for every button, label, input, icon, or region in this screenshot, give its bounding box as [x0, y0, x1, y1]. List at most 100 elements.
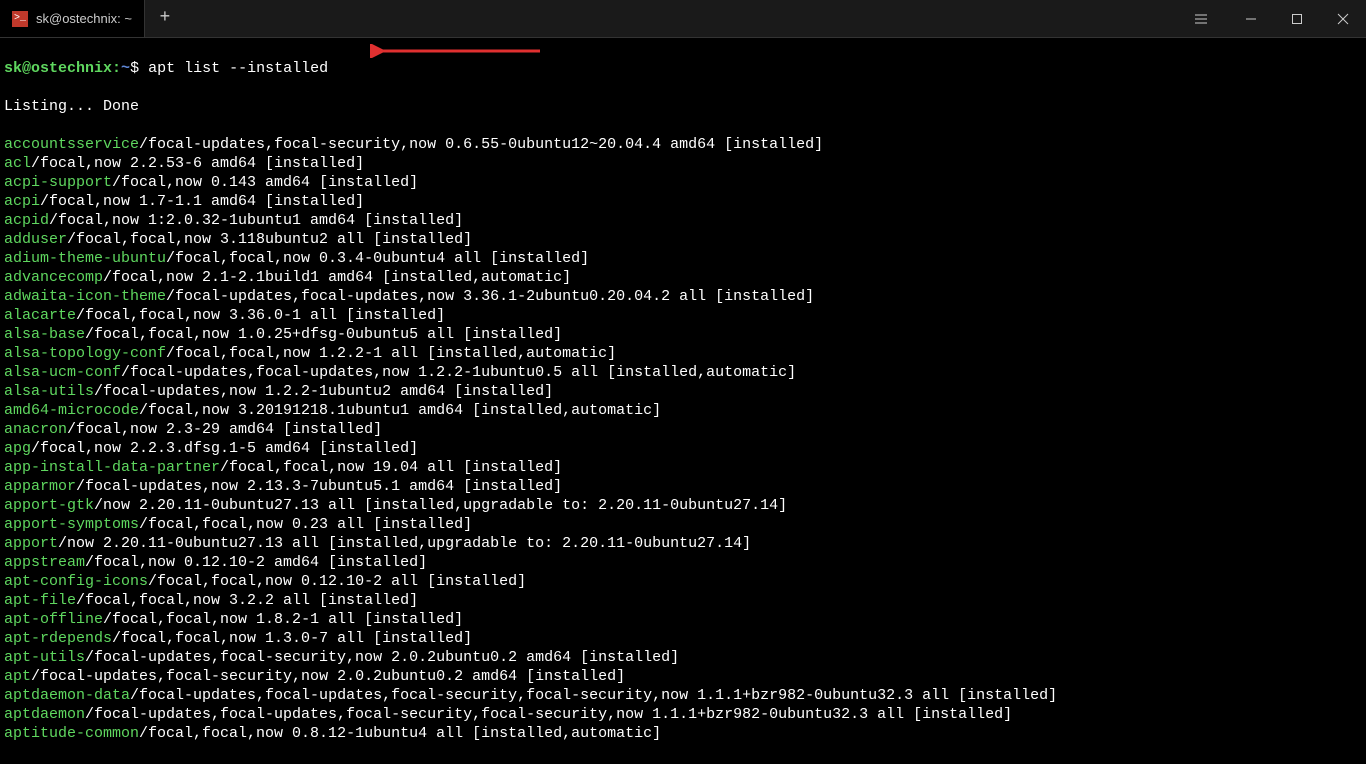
- package-line: alsa-base/focal,focal,now 1.0.25+dfsg-0u…: [4, 325, 1362, 344]
- package-line: apt-file/focal,focal,now 3.2.2 all [inst…: [4, 591, 1362, 610]
- prompt-path: ~: [121, 60, 130, 77]
- package-name: apport-gtk: [4, 497, 94, 514]
- terminal-icon: >_: [12, 11, 28, 27]
- package-details: /focal,now 2.2.53-6 amd64 [installed]: [31, 155, 364, 172]
- package-line: acpi-support/focal,now 0.143 amd64 [inst…: [4, 173, 1362, 192]
- package-details: /focal,now 3.20191218.1ubuntu1 amd64 [in…: [139, 402, 661, 419]
- package-line: apport-symptoms/focal,focal,now 0.23 all…: [4, 515, 1362, 534]
- package-details: /focal,focal,now 0.23 all [installed]: [139, 516, 472, 533]
- package-details: /focal,focal,now 1.8.2-1 all [installed]: [103, 611, 463, 628]
- package-line: apport-gtk/now 2.20.11-0ubuntu27.13 all …: [4, 496, 1362, 515]
- package-line: adwaita-icon-theme/focal-updates,focal-u…: [4, 287, 1362, 306]
- prompt-dollar: $: [130, 60, 139, 77]
- package-details: /focal,now 2.3-29 amd64 [installed]: [67, 421, 382, 438]
- package-details: /now 2.20.11-0ubuntu27.13 all [installed…: [58, 535, 751, 552]
- package-details: /focal,focal,now 1.3.0-7 all [installed]: [112, 630, 472, 647]
- package-details: /focal,focal,now 0.3.4-0ubuntu4 all [ins…: [166, 250, 589, 267]
- package-details: /focal,focal,now 19.04 all [installed]: [220, 459, 562, 476]
- package-details: /focal,now 2.1-2.1build1 amd64 [installe…: [103, 269, 571, 286]
- package-name: apt-config-icons: [4, 573, 148, 590]
- package-name: advancecomp: [4, 269, 103, 286]
- close-button[interactable]: [1320, 0, 1366, 38]
- package-name: apt-file: [4, 592, 76, 609]
- package-details: /focal-updates,now 2.13.3-7ubuntu5.1 amd…: [76, 478, 562, 495]
- package-name: alsa-ucm-conf: [4, 364, 121, 381]
- tab-title: sk@ostechnix: ~: [36, 9, 132, 28]
- package-details: /focal-updates,now 1.2.2-1ubuntu2 amd64 …: [94, 383, 553, 400]
- package-details: /now 2.20.11-0ubuntu27.13 all [installed…: [94, 497, 787, 514]
- terminal-tab[interactable]: >_ sk@ostechnix: ~: [0, 0, 145, 37]
- package-details: /focal,focal,now 3.2.2 all [installed]: [76, 592, 418, 609]
- package-line: alsa-topology-conf/focal,focal,now 1.2.2…: [4, 344, 1362, 363]
- package-line: apt-utils/focal-updates,focal-security,n…: [4, 648, 1362, 667]
- package-line: apg/focal,now 2.2.3.dfsg.1-5 amd64 [inst…: [4, 439, 1362, 458]
- package-name: anacron: [4, 421, 67, 438]
- package-line: alsa-ucm-conf/focal-updates,focal-update…: [4, 363, 1362, 382]
- package-name: alacarte: [4, 307, 76, 324]
- package-name: apt: [4, 668, 31, 685]
- package-name: aptitude-common: [4, 725, 139, 742]
- package-line: acpid/focal,now 1:2.0.32-1ubuntu1 amd64 …: [4, 211, 1362, 230]
- package-line: aptitude-common/focal,focal,now 0.8.12-1…: [4, 724, 1362, 743]
- package-name: adwaita-icon-theme: [4, 288, 166, 305]
- package-name: alsa-base: [4, 326, 85, 343]
- package-details: /focal-updates,focal-updates,focal-secur…: [85, 706, 1012, 723]
- package-name: apg: [4, 440, 31, 457]
- prompt-user-host: sk@ostechnix: [4, 60, 112, 77]
- new-tab-button[interactable]: +: [145, 0, 185, 37]
- package-name: app-install-data-partner: [4, 459, 220, 476]
- package-line: adduser/focal,focal,now 3.118ubuntu2 all…: [4, 230, 1362, 249]
- package-line: acl/focal,now 2.2.53-6 amd64 [installed]: [4, 154, 1362, 173]
- package-line: advancecomp/focal,now 2.1-2.1build1 amd6…: [4, 268, 1362, 287]
- package-details: /focal,focal,now 3.36.0-1 all [installed…: [76, 307, 445, 324]
- listing-done: Listing... Done: [4, 97, 1362, 116]
- package-line: apt-config-icons/focal,focal,now 0.12.10…: [4, 572, 1362, 591]
- menu-icon[interactable]: [1178, 0, 1224, 38]
- package-name: accountsservice: [4, 136, 139, 153]
- maximize-button[interactable]: [1274, 0, 1320, 38]
- package-name: aptdaemon-data: [4, 687, 130, 704]
- package-name: acpi: [4, 193, 40, 210]
- command-text: apt list --installed: [148, 60, 328, 77]
- terminal-output[interactable]: sk@ostechnix:~$ apt list --installed Lis…: [0, 38, 1366, 764]
- prompt-line: sk@ostechnix:~$ apt list --installed: [4, 59, 1362, 78]
- package-details: /focal,now 0.12.10-2 amd64 [installed]: [85, 554, 427, 571]
- package-line: aptdaemon/focal-updates,focal-updates,fo…: [4, 705, 1362, 724]
- package-name: alsa-utils: [4, 383, 94, 400]
- package-line: amd64-microcode/focal,now 3.20191218.1ub…: [4, 401, 1362, 420]
- package-details: /focal,now 0.143 amd64 [installed]: [112, 174, 418, 191]
- package-name: acpid: [4, 212, 49, 229]
- package-name: apt-offline: [4, 611, 103, 628]
- package-name: adduser: [4, 231, 67, 248]
- package-name: appstream: [4, 554, 85, 571]
- package-line: aptdaemon-data/focal-updates,focal-updat…: [4, 686, 1362, 705]
- package-name: apparmor: [4, 478, 76, 495]
- package-line: acpi/focal,now 1.7-1.1 amd64 [installed]: [4, 192, 1362, 211]
- package-details: /focal-updates,focal-security,now 2.0.2u…: [85, 649, 679, 666]
- minimize-button[interactable]: [1228, 0, 1274, 38]
- package-line: app-install-data-partner/focal,focal,now…: [4, 458, 1362, 477]
- package-details: /focal,focal,now 3.118ubuntu2 all [insta…: [67, 231, 472, 248]
- package-line: apt-offline/focal,focal,now 1.8.2-1 all …: [4, 610, 1362, 629]
- package-details: /focal,focal,now 1.0.25+dfsg-0ubuntu5 al…: [85, 326, 562, 343]
- package-line: appstream/focal,now 0.12.10-2 amd64 [ins…: [4, 553, 1362, 572]
- package-details: /focal,now 1.7-1.1 amd64 [installed]: [40, 193, 364, 210]
- package-details: /focal,now 1:2.0.32-1ubuntu1 amd64 [inst…: [49, 212, 463, 229]
- titlebar: >_ sk@ostechnix: ~ +: [0, 0, 1366, 38]
- package-name: apt-rdepends: [4, 630, 112, 647]
- package-details: /focal,focal,now 0.12.10-2 all [installe…: [148, 573, 526, 590]
- package-name: alsa-topology-conf: [4, 345, 166, 362]
- package-line: alsa-utils/focal-updates,now 1.2.2-1ubun…: [4, 382, 1362, 401]
- package-name: acl: [4, 155, 31, 172]
- package-name: acpi-support: [4, 174, 112, 191]
- package-details: /focal-updates,focal-updates,focal-secur…: [130, 687, 1057, 704]
- package-name: aptdaemon: [4, 706, 85, 723]
- package-line: alacarte/focal,focal,now 3.36.0-1 all [i…: [4, 306, 1362, 325]
- package-line: anacron/focal,now 2.3-29 amd64 [installe…: [4, 420, 1362, 439]
- package-details: /focal,focal,now 0.8.12-1ubuntu4 all [in…: [139, 725, 661, 742]
- package-details: /focal-updates,focal-updates,now 1.2.2-1…: [121, 364, 796, 381]
- package-details: /focal,focal,now 1.2.2-1 all [installed,…: [166, 345, 616, 362]
- package-details: /focal-updates,focal-updates,now 3.36.1-…: [166, 288, 814, 305]
- package-line: apport/now 2.20.11-0ubuntu27.13 all [ins…: [4, 534, 1362, 553]
- package-line: apt/focal-updates,focal-security,now 2.0…: [4, 667, 1362, 686]
